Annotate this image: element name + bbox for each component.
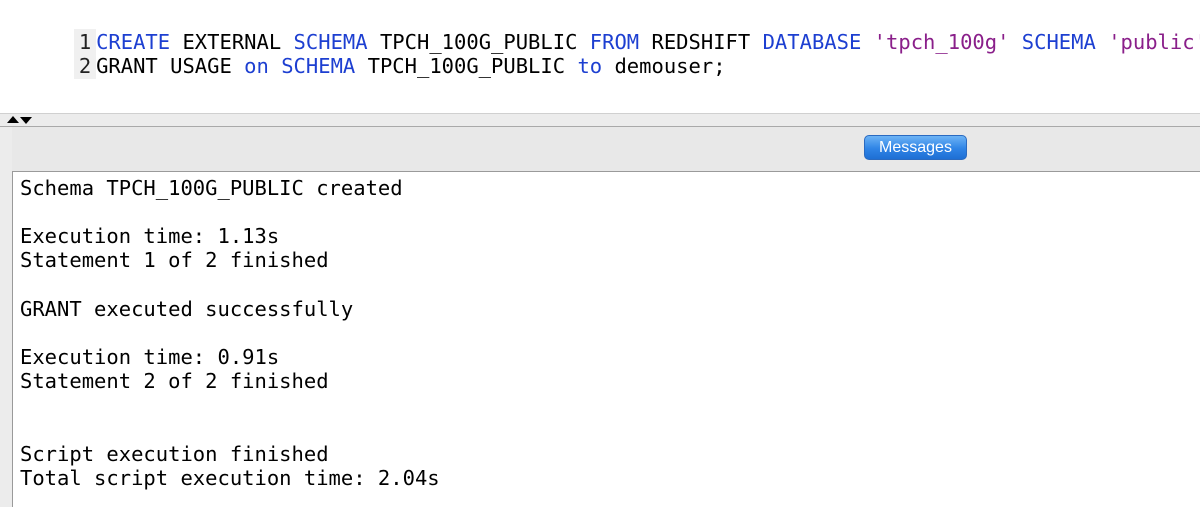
messages-panel[interactable]: Schema TPCH_100G_PUBLIC created Executio… bbox=[12, 171, 1200, 507]
sql-keyword: SCHEMA bbox=[1021, 30, 1096, 54]
message-line: Schema TPCH_100G_PUBLIC created bbox=[20, 176, 403, 200]
triangle-down-icon[interactable] bbox=[20, 117, 32, 124]
sql-keyword: on bbox=[244, 54, 269, 78]
sql-text: GRANT USAGE bbox=[96, 54, 245, 78]
sql-text: TPCH_100G_PUBLIC bbox=[355, 54, 578, 78]
pane-splitter[interactable] bbox=[0, 113, 1200, 127]
sql-keyword: DATABASE bbox=[762, 30, 862, 54]
sql-text: demouser; bbox=[602, 54, 726, 78]
sql-keyword: to bbox=[577, 54, 603, 78]
message-line: GRANT executed successfully bbox=[20, 297, 354, 321]
results-tab-strip: Messages bbox=[12, 127, 1200, 171]
editor-line-2[interactable]: 2 GRANT USAGE on SCHEMA TPCH_100G_PUBLIC … bbox=[0, 27, 726, 79]
sql-keyword: SCHEMA bbox=[281, 54, 356, 78]
sql-string-literal: 'public' bbox=[1108, 30, 1200, 54]
message-line: Total script execution time: 2.04s bbox=[20, 466, 440, 490]
tab-messages[interactable]: Messages bbox=[864, 135, 967, 160]
editor-line-1[interactable]: 1 CREATE EXTERNAL SCHEMA TPCH_100G_PUBLIC… bbox=[0, 3, 1200, 55]
sql-string-literal: 'tpch_100g' bbox=[873, 30, 1010, 54]
sql-editor[interactable]: 1 CREATE EXTERNAL SCHEMA TPCH_100G_PUBLIC… bbox=[0, 0, 1200, 114]
message-line: Statement 1 of 2 finished bbox=[20, 248, 329, 272]
message-line: Statement 2 of 2 finished bbox=[20, 369, 329, 393]
triangle-up-icon[interactable] bbox=[7, 116, 19, 123]
message-line: Execution time: 0.91s bbox=[20, 345, 280, 369]
line-number: 2 bbox=[74, 53, 97, 79]
message-line: Execution time: 1.13s bbox=[20, 224, 280, 248]
code-content[interactable]: GRANT USAGE on SCHEMA TPCH_100G_PUBLIC t… bbox=[96, 53, 725, 79]
sql-workbench-window: 1 CREATE EXTERNAL SCHEMA TPCH_100G_PUBLIC… bbox=[0, 0, 1200, 507]
message-line: Script execution finished bbox=[20, 442, 329, 466]
results-pane: Messages Schema TPCH_100G_PUBLIC created… bbox=[0, 127, 1200, 507]
